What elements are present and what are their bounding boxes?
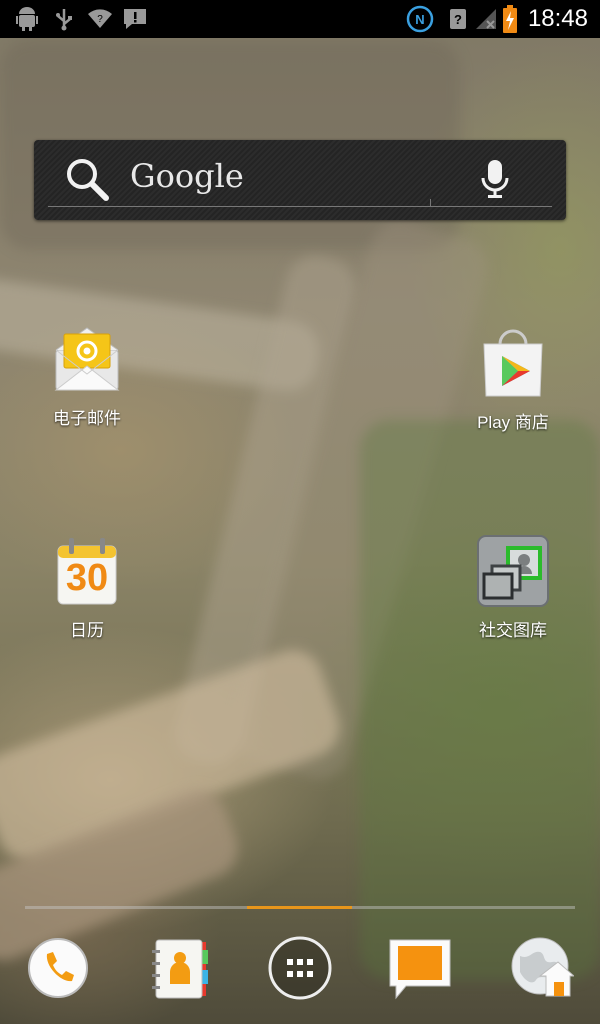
dock-browser[interactable]: [510, 936, 576, 1000]
social-gallery-icon: [476, 534, 550, 608]
status-bar[interactable]: ? N ? 18:48: [0, 0, 600, 38]
battery-charging-icon: [502, 5, 518, 33]
search-icon[interactable]: [64, 156, 110, 202]
svg-text:?: ?: [97, 14, 103, 25]
dock-app-drawer[interactable]: [268, 936, 332, 1000]
dock-messaging[interactable]: [388, 936, 452, 1000]
dock-phone[interactable]: [26, 936, 90, 1000]
shortcut-email[interactable]: 电子邮件: [17, 322, 157, 429]
phone-icon: [26, 938, 90, 1004]
page-indicator: [25, 906, 575, 909]
calendar-day: 30: [65, 557, 109, 599]
google-search-widget[interactable]: Google: [34, 140, 566, 220]
search-divider: [430, 199, 431, 207]
shortcut-label: 社交图库: [479, 621, 547, 640]
nfc-icon: N: [406, 5, 434, 33]
signal-unknown-icon: ?: [448, 6, 468, 32]
dock-contacts[interactable]: [148, 936, 212, 1000]
shortcut-play-store[interactable]: Play 商店: [443, 326, 583, 433]
shortcut-calendar[interactable]: 30 日历: [17, 534, 157, 641]
microphone-icon[interactable]: [480, 158, 510, 200]
search-underline: [48, 206, 552, 207]
browser-icon: [510, 937, 576, 1004]
svg-text:N: N: [415, 12, 424, 27]
shortcut-label: 电子邮件: [53, 409, 121, 428]
usb-icon: [52, 6, 76, 32]
android-debug-icon: [14, 6, 40, 32]
shortcut-social-gallery[interactable]: 社交图库: [443, 534, 583, 641]
no-signal-icon: [474, 6, 498, 32]
app-drawer-icon: [268, 936, 332, 1004]
contacts-icon: [148, 939, 212, 1004]
shortcut-label: Play 商店: [477, 413, 549, 432]
email-icon: [50, 322, 124, 396]
page-indicator-current: [247, 906, 352, 909]
status-time: 18:48: [527, 5, 588, 32]
google-search-label[interactable]: Google: [130, 154, 244, 198]
alert-icon: [122, 6, 148, 32]
play-store-icon: [476, 326, 550, 400]
shortcut-label: 日历: [70, 621, 104, 640]
svg-text:?: ?: [454, 12, 462, 27]
calendar-icon: 30: [50, 534, 124, 608]
wifi-icon: ?: [86, 6, 114, 32]
messaging-icon: [388, 939, 452, 1004]
